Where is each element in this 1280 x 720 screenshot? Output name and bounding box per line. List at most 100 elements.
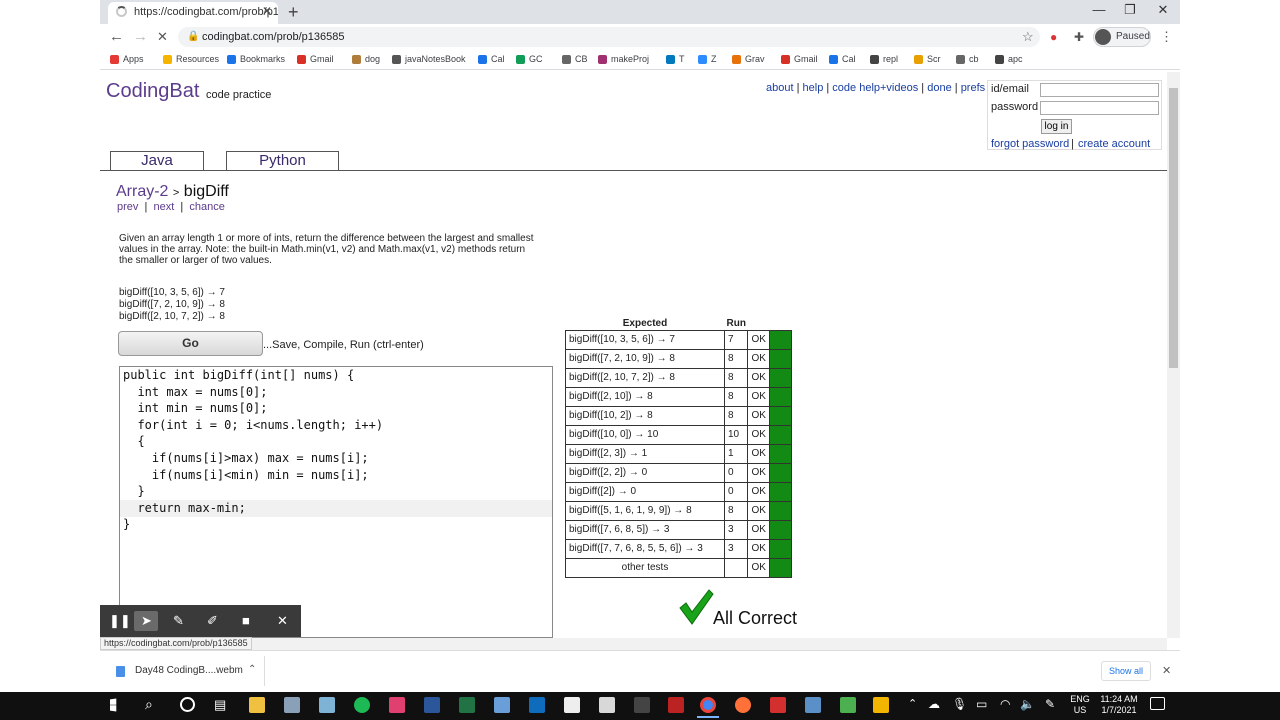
extension-icon[interactable]: ● [1050,30,1057,44]
id-label: id/email [991,83,1029,95]
app-icon[interactable] [634,697,650,713]
language-indicator[interactable]: ENG US [1068,694,1092,716]
close-tab-icon[interactable]: ✕ [262,4,272,18]
file-explorer-icon[interactable] [249,697,265,713]
browser-tab[interactable]: https://codingbat.com/prob/p1... [108,2,278,24]
tab-java[interactable]: Java [110,151,204,171]
app-icon[interactable] [840,697,856,713]
horizontal-scrollbar[interactable] [100,638,1167,650]
notes-icon[interactable] [599,697,615,713]
bookmark-item[interactable]: GC [516,54,543,64]
close-download-bar-icon[interactable]: ✕ [1162,664,1171,677]
code-line: { [123,434,145,449]
code-help-link[interactable]: code help+videos [832,82,918,94]
back-icon[interactable]: ← [109,28,124,45]
task-view-icon[interactable]: ▤ [214,697,226,713]
pen-icon[interactable]: ✎ [173,613,184,629]
wifi-icon[interactable]: ◠ [1000,697,1010,711]
close-window-icon[interactable]: ✕ [1148,2,1178,18]
help-link[interactable]: help [803,82,824,94]
bookmark-item[interactable]: Gmail [781,54,818,64]
bookmark-item[interactable]: Bookmarks [227,54,285,64]
microphone-icon[interactable]: 🎙 [952,697,967,711]
bookmark-item[interactable]: Scr [914,54,941,64]
code-line: for(int i = 0; i<nums.length; i++) [123,417,384,432]
battery-icon[interactable]: ▭ [976,697,987,711]
chevron-up-icon[interactable]: ⌃ [908,697,917,710]
bookmark-item[interactable]: cb [956,54,979,64]
about-link[interactable]: about [766,82,794,94]
done-link[interactable]: done [927,82,951,94]
minimize-icon[interactable]: — [1084,2,1114,17]
camera-app-icon[interactable] [284,697,300,713]
prefs-link[interactable]: prefs [961,82,985,94]
new-tab-icon[interactable]: + [288,2,299,23]
grammarly-icon[interactable] [564,697,580,713]
sticky-notes-icon[interactable] [873,697,889,713]
stop-icon[interactable]: ✕ [157,29,168,45]
close-recording-icon[interactable]: ✕ [277,613,288,629]
site-logo[interactable]: CodingBat [106,80,199,103]
filezilla-icon[interactable] [668,697,684,713]
scrollbar-thumb[interactable] [1169,88,1178,368]
search-icon[interactable]: ⌕ [145,696,153,713]
download-file[interactable]: Day48 CodingB....webm [135,665,243,676]
bookmark-label: CB [575,54,588,64]
chrome-icon[interactable] [700,697,716,713]
bookmark-item[interactable]: Resources [163,54,219,64]
bookmark-item[interactable]: CB [562,54,588,64]
spotify-icon[interactable] [354,697,370,713]
clock[interactable]: 11:24 AM 1/7/2021 [1094,694,1144,716]
volume-icon[interactable]: 🔈 [1020,697,1035,711]
bookmark-star-icon[interactable]: ☆ [1022,29,1034,45]
word-icon[interactable] [424,697,440,713]
music-icon[interactable] [389,697,405,713]
bookmark-item[interactable]: T [666,54,685,64]
bookmark-item[interactable]: apc [995,54,1023,64]
chevron-up-icon[interactable]: ⌃ [248,664,256,675]
camera-icon[interactable]: ■ [242,613,250,628]
dog-icon [352,54,361,64]
status-cell: OK [747,367,771,388]
forgot-password-link[interactable]: forgot password [991,138,1069,150]
create-account-link[interactable]: create account [1078,138,1150,150]
go-button[interactable]: Go [118,331,263,356]
puzzle-icon[interactable]: ✚ [1074,30,1084,44]
chance-link[interactable]: chance [189,201,224,213]
cortana-icon[interactable] [180,697,195,712]
password-input[interactable] [1040,101,1159,115]
excel-icon[interactable] [459,697,475,713]
tab-python[interactable]: Python [226,151,339,171]
calculator-icon[interactable] [805,697,821,713]
pen-icon[interactable]: ✎ [1045,697,1055,711]
notepad-icon[interactable] [494,697,510,713]
next-link[interactable]: next [154,201,175,213]
firefox-icon[interactable] [735,697,751,713]
highlighter-icon[interactable]: ✐ [207,613,218,629]
bookmark-item[interactable]: dog [352,54,380,64]
login-button[interactable]: log in [1041,119,1072,134]
id-input[interactable] [1040,83,1159,97]
app-icon[interactable] [529,697,545,713]
bookmark-item[interactable]: Cal [478,54,505,64]
status-cell: OK [747,348,771,369]
pause-icon[interactable]: ❚❚ [109,613,131,629]
restore-icon[interactable]: ❐ [1115,2,1145,18]
bookmark-item[interactable]: Cal [829,54,856,64]
show-all-button[interactable]: Show all [1101,661,1151,681]
bookmark-item[interactable]: Z [698,54,717,64]
cloud-icon[interactable]: ☁ [928,697,940,711]
bookmark-item[interactable]: Gmail [297,54,334,64]
bookmark-item[interactable]: javaNotesBook [392,54,466,64]
acrobat-icon[interactable] [770,697,786,713]
bookmark-item[interactable]: makeProj [598,54,649,64]
bookmark-item[interactable]: repl [870,54,898,64]
bookmark-item[interactable]: Grav [732,54,765,64]
notification-icon[interactable] [1150,697,1165,710]
bookmark-item[interactable]: Apps [110,54,144,64]
prev-link[interactable]: prev [117,201,138,213]
app-icon[interactable] [319,697,335,713]
menu-icon[interactable]: ⋮ [1160,29,1173,45]
section-link[interactable]: Array-2 [116,183,168,200]
forward-icon[interactable]: → [133,28,148,45]
